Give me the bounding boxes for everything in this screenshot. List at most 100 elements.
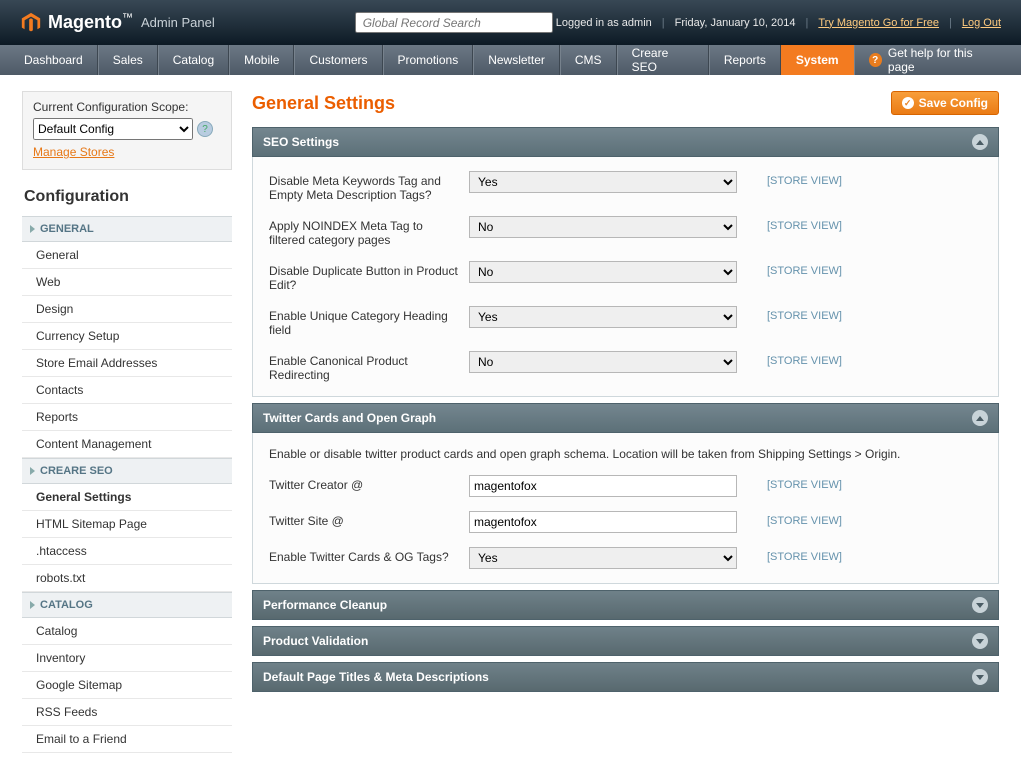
row-input-text[interactable] [469,511,737,533]
sidebar-item-content-management[interactable]: Content Management [22,431,232,458]
row-label: Apply NOINDEX Meta Tag to filtered categ… [269,216,469,247]
sidebar-title: Configuration [22,184,232,216]
fieldset-header[interactable]: Twitter Cards and Open Graph [252,403,999,433]
sidebar-item-email-to-a-friend[interactable]: Email to a Friend [22,726,232,753]
help-icon: ? [869,53,882,67]
nav-reports[interactable]: Reports [709,45,781,75]
nav-help[interactable]: ?Get help for this page [855,45,1011,75]
collapse-toggle-icon[interactable] [972,597,988,613]
config-row: Apply NOINDEX Meta Tag to filtered categ… [269,216,982,247]
sidebar-section-catalog[interactable]: CATALOG [22,592,232,618]
fieldset-seo-settings: SEO Settings Disable Meta Keywords Tag an… [252,127,999,397]
row-select[interactable]: No [469,261,737,283]
fieldset-header[interactable]: SEO Settings [252,127,999,157]
manage-stores-link[interactable]: Manage Stores [33,145,114,159]
row-label: Disable Duplicate Button in Product Edit… [269,261,469,292]
header-right: Logged in as admin | Friday, January 10,… [556,17,1001,29]
collapse-toggle-icon[interactable] [972,633,988,649]
row-label: Twitter Creator @ [269,475,469,492]
scope-select[interactable]: Default Config [33,118,193,140]
fieldset-header[interactable]: Performance Cleanup [252,590,999,620]
row-scope: [STORE VIEW] [767,171,842,187]
config-row: Disable Duplicate Button in Product Edit… [269,261,982,292]
page-title: General Settings [252,93,395,114]
collapse-toggle-icon[interactable] [972,669,988,685]
global-search-input[interactable] [355,12,553,33]
check-icon: ✓ [902,97,914,109]
magento-logo-icon [20,12,42,34]
collapse-toggle-icon[interactable] [972,410,988,426]
row-select[interactable]: Yes [469,547,737,569]
config-row: Disable Meta Keywords Tag and Empty Meta… [269,171,982,202]
nav-cms[interactable]: CMS [560,45,617,75]
fieldset-note: Enable or disable twitter product cards … [269,447,982,461]
brand-suffix: Admin Panel [141,15,215,30]
sidebar-item-general[interactable]: General [22,242,232,269]
nav-mobile[interactable]: Mobile [229,45,294,75]
sidebar-section-creare-seo[interactable]: CREARE SEO [22,458,232,484]
nav-newsletter[interactable]: Newsletter [473,45,560,75]
nav-promotions[interactable]: Promotions [383,45,474,75]
row-scope: [STORE VIEW] [767,511,842,527]
sidebar-item-inventory[interactable]: Inventory [22,645,232,672]
sidebar-item-web[interactable]: Web [22,269,232,296]
sidebar-item--htaccess[interactable]: .htaccess [22,538,232,565]
sidebar-item-contacts[interactable]: Contacts [22,377,232,404]
nav-system[interactable]: System [781,45,854,75]
sidebar-item-html-sitemap-page[interactable]: HTML Sitemap Page [22,511,232,538]
row-scope: [STORE VIEW] [767,216,842,232]
config-row: Twitter Creator @ [STORE VIEW] [269,475,982,497]
sidebar-item-robots-txt[interactable]: robots.txt [22,565,232,592]
row-scope: [STORE VIEW] [767,306,842,322]
main-nav: DashboardSalesCatalogMobileCustomersProm… [0,45,1021,75]
row-select[interactable]: No [469,216,737,238]
nav-dashboard[interactable]: Dashboard [10,45,98,75]
collapse-toggle-icon[interactable] [972,134,988,150]
main-content: General Settings ✓ Save Config SEO Setti… [252,91,999,753]
try-magento-link[interactable]: Try Magento Go for Free [818,17,939,29]
sidebar-item-currency-setup[interactable]: Currency Setup [22,323,232,350]
save-config-button[interactable]: ✓ Save Config [891,91,999,115]
row-label: Twitter Site @ [269,511,469,528]
fieldset-body: Disable Meta Keywords Tag and Empty Meta… [252,157,999,397]
row-select[interactable]: No [469,351,737,373]
sidebar-item-catalog[interactable]: Catalog [22,618,232,645]
row-label: Enable Unique Category Heading field [269,306,469,337]
sidebar-section-general[interactable]: GENERAL [22,216,232,242]
sidebar-item-store-email-addresses[interactable]: Store Email Addresses [22,350,232,377]
logout-link[interactable]: Log Out [962,17,1001,29]
nav-sales[interactable]: Sales [98,45,158,75]
sidebar-item-general-settings[interactable]: General Settings [22,484,232,511]
logo: Magento™ Admin Panel [20,12,215,34]
sidebar-item-google-sitemap[interactable]: Google Sitemap [22,672,232,699]
logged-in-text: Logged in as admin [556,17,652,29]
row-select[interactable]: Yes [469,306,737,328]
row-label: Disable Meta Keywords Tag and Empty Meta… [269,171,469,202]
sidebar-item-rss-feeds[interactable]: RSS Feeds [22,699,232,726]
fieldset-performance-cleanup: Performance Cleanup [252,590,999,620]
nav-creare-seo[interactable]: Creare SEO [617,45,709,75]
config-row: Enable Unique Category Heading fieldYes [… [269,306,982,337]
row-select[interactable]: Yes [469,171,737,193]
config-row: Enable Twitter Cards & OG Tags?Yes[STORE… [269,547,982,569]
fieldset-header[interactable]: Product Validation [252,626,999,656]
sidebar-item-design[interactable]: Design [22,296,232,323]
scope-help-icon[interactable]: ? [197,121,213,137]
chevron-right-icon [30,467,35,475]
row-scope: [STORE VIEW] [767,261,842,277]
row-input-text[interactable] [469,475,737,497]
fieldset-header[interactable]: Default Page Titles & Meta Descriptions [252,662,999,692]
sidebar-item-reports[interactable]: Reports [22,404,232,431]
admin-header: Magento™ Admin Panel Logged in as admin … [0,0,1021,45]
header-date: Friday, January 10, 2014 [675,17,796,29]
row-scope: [STORE VIEW] [767,475,842,491]
sidebar: Current Configuration Scope: Default Con… [22,91,232,753]
global-search [355,12,553,33]
nav-customers[interactable]: Customers [294,45,382,75]
brand-name: Magento™ [48,12,133,33]
scope-label: Current Configuration Scope: [33,100,221,114]
fieldset-twitter-cards-and-open-graph: Twitter Cards and Open Graph Enable or di… [252,403,999,584]
row-scope: [STORE VIEW] [767,351,842,367]
row-scope: [STORE VIEW] [767,547,842,563]
nav-catalog[interactable]: Catalog [158,45,229,75]
